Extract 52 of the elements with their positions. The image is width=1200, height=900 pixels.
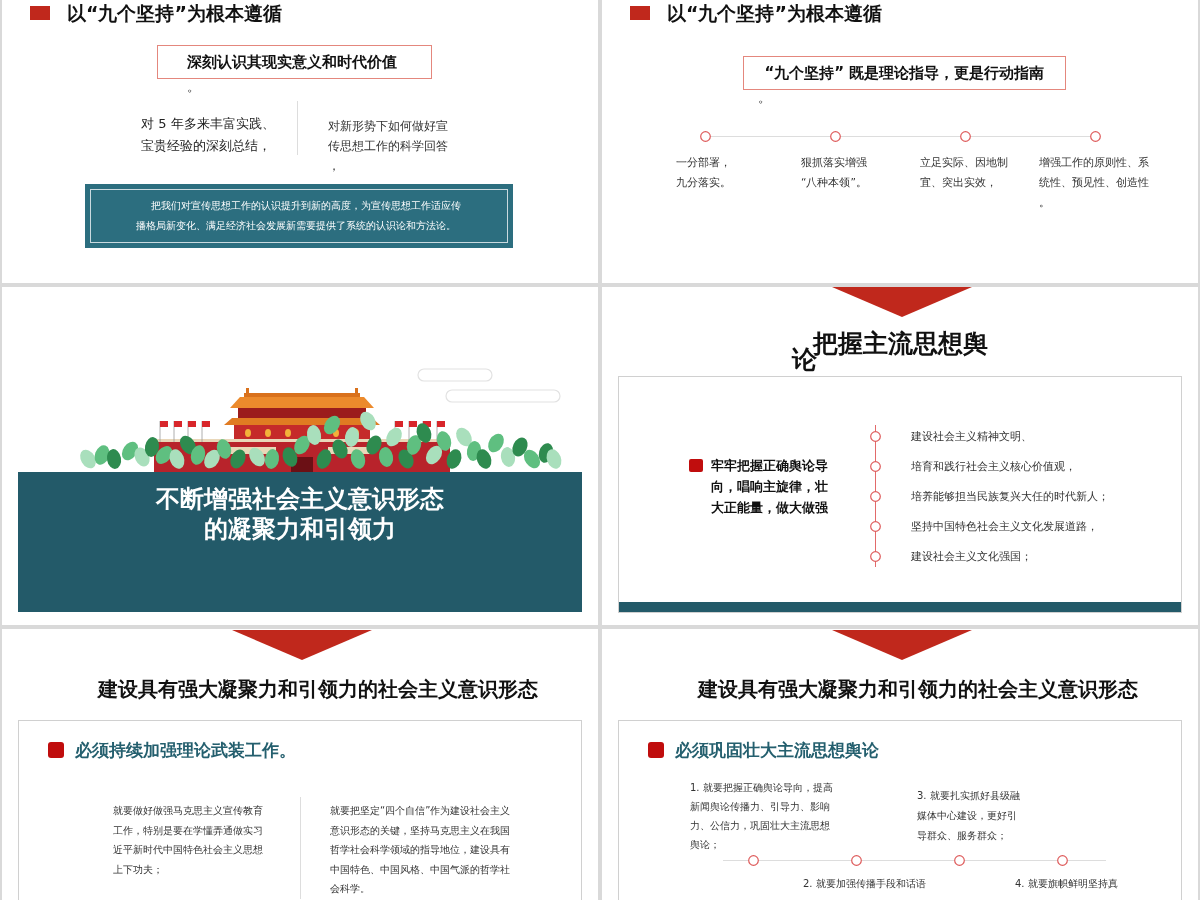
subtitle-box: “九个坚持” 既是理论指导，更是行动指南 <box>743 56 1066 90</box>
slide-title: 以“九个坚持”为根本遵循 <box>67 2 282 24</box>
section-heading: 必须持续加强理论武装工作。 <box>75 740 296 760</box>
timeline-node-icon <box>870 490 881 502</box>
timeline-text: 2. 就要加强传播手段和话语 <box>803 877 926 891</box>
square-bullet-icon <box>689 459 703 472</box>
timeline-node-icon <box>1089 131 1101 142</box>
list-item-text: 建设社会主义精神文明、 <box>911 429 1032 444</box>
square-bullet-icon <box>648 742 664 758</box>
timeline-text: 3. 就要扎实抓好县级融媒体中心建设，更好引导群众、服务群众； <box>917 789 1021 843</box>
timeline-text: 1. 就要把握正确舆论导向，提高新闻舆论传播力、引导力、影响力、公信力，巩固壮大主流思想舆论； <box>690 781 834 852</box>
timeline-text: 4. 就要旗帜鲜明坚持真 <box>1015 877 1118 891</box>
timeline-text: 狠抓落实增强“八种本领”。 <box>801 155 868 190</box>
timeline-node-icon <box>959 131 971 142</box>
timeline-node-icon <box>699 131 711 142</box>
trailing-period: 。 <box>187 80 200 94</box>
slide-title: 建设具有强大凝聚力和引领力的社会主义意识形态 <box>698 676 1138 703</box>
timeline-node-icon <box>870 430 881 442</box>
square-bullet-icon <box>30 6 50 20</box>
banner-title: 不断增强社会主义意识形态的凝聚力和引领力 <box>154 484 445 544</box>
square-bullet-icon <box>630 6 650 20</box>
column-text: 就要把坚定“四个自信”作为建设社会主义意识形态的关键，坚持马克思主义在我国哲学社会科学领域的指导地位，建设具有中国特色、中国风格、中国气派的哲学社会科学。 <box>330 804 512 896</box>
downward-triangle-icon <box>832 287 972 317</box>
column-text: 就要做好做强马克思主义宣传教育工作，特别是要在学懂弄通做实习近平新时代中国特色社会主义思想上下功夫； <box>113 804 264 877</box>
list-item-text: 培养能够担当民族复兴大任的时代新人； <box>911 489 1109 504</box>
list-item-text: 培育和践行社会主义核心价值观， <box>911 459 1076 474</box>
lead-text: 牢牢把握正确舆论导向，唱响主旋律，壮大正能量，做大做强 <box>711 457 829 517</box>
slide-title: 建设具有强大凝聚力和引领力的社会主义意识形态 <box>98 676 538 703</box>
timeline-node-icon <box>829 131 841 142</box>
timeline-text: 立足实际、因地制宜、突出实效， <box>920 155 1009 190</box>
list-item-text: 坚持中国特色社会主义文化发展道路， <box>911 519 1098 534</box>
timeline-text: 一分部署，九分落实。 <box>676 155 732 190</box>
slide-title: 把握主流思想舆论 <box>792 331 989 373</box>
downward-triangle-icon <box>232 630 372 660</box>
timeline-node-icon <box>748 855 759 866</box>
downward-triangle-icon <box>832 630 972 660</box>
square-bullet-icon <box>48 742 64 758</box>
timeline-node-icon <box>870 550 881 562</box>
column-text: 对 5 年多来丰富实践、宝贵经验的深刻总结， <box>141 115 276 155</box>
timeline-node-icon <box>870 520 881 532</box>
timeline-text: 增强工作的原则性、系统性、预见性、创造性。 <box>1039 155 1150 210</box>
list-item-text: 建设社会主义文化强国； <box>911 549 1032 564</box>
section-heading: 必须巩固壮大主流思想舆论 <box>675 740 879 760</box>
subtitle-box: 深刻认识其现实意义和时代价值 <box>157 45 432 79</box>
trailing-period: 。 <box>758 91 771 105</box>
callout-text: 把我们对宣传思想工作的认识提升到新的高度，为宣传思想工作适应传播格局新变化、满足经济社会发展新需要提供了系统的认识论和方法论。 <box>136 199 462 233</box>
column-text: 对新形势下如何做好宣传思想工作的科学回答， <box>328 118 449 175</box>
timeline-node-icon <box>851 855 862 866</box>
timeline-node-icon <box>1057 855 1068 866</box>
timeline-node-icon <box>870 460 881 472</box>
slide-title: 以“九个坚持”为根本遵循 <box>667 2 882 24</box>
timeline-node-icon <box>954 855 965 866</box>
